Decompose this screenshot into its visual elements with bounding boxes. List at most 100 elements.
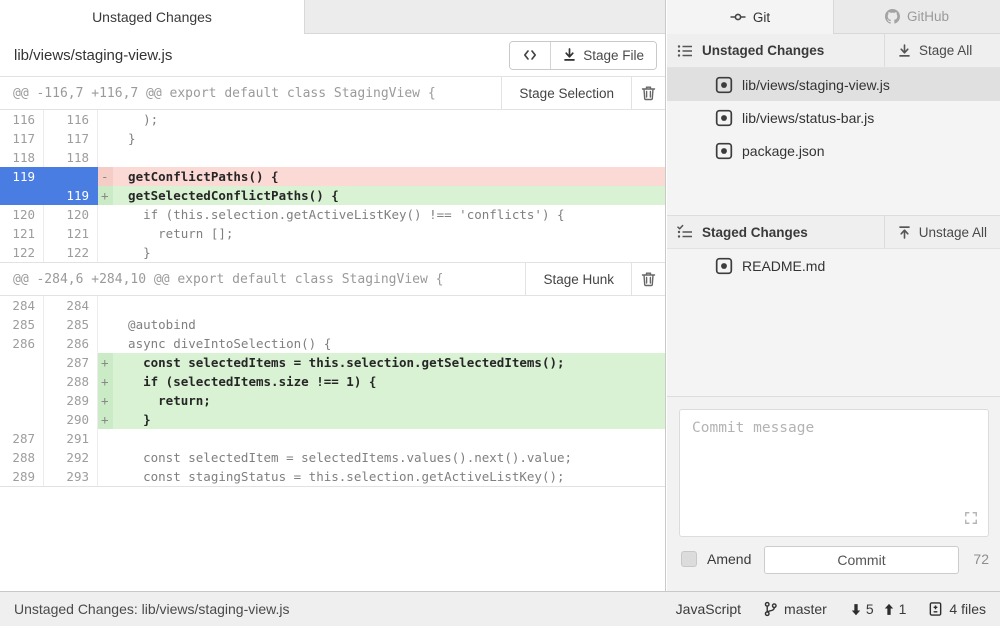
new-line-number: 288 (44, 372, 98, 391)
stage-all-button[interactable]: Stage All (884, 34, 1000, 67)
diff-sign: + (98, 372, 113, 391)
code-line: async diveIntoSelection() { (113, 334, 665, 353)
diff-row[interactable]: 121 121 return []; (0, 224, 665, 243)
code-line: getConflictPaths() { (113, 167, 665, 186)
unstage-all-label: Unstage All (919, 225, 987, 240)
code-line: @autobind (113, 315, 665, 334)
diff-row[interactable]: 119 - getConflictPaths() { (0, 167, 665, 186)
file-name: lib/views/status-bar.js (742, 110, 874, 126)
new-line-number: 286 (44, 334, 98, 353)
expand-editor-icon[interactable] (964, 511, 978, 525)
stage-hunk-button[interactable]: Stage Selection (501, 77, 631, 109)
diff-row[interactable]: 289 293 const stagingStatus = this.selec… (0, 467, 665, 486)
old-line-number (0, 186, 44, 205)
stage-hunk-button[interactable]: Stage Hunk (525, 263, 631, 295)
old-line-number: 286 (0, 334, 44, 353)
list-empty-space (667, 167, 1000, 215)
diff-sign (98, 467, 113, 486)
diff-row[interactable]: 286 286 async diveIntoSelection() { (0, 334, 665, 353)
diff-row[interactable]: 288 292 const selectedItem = selectedIte… (0, 448, 665, 467)
branch-indicator[interactable]: master (763, 601, 827, 617)
diff-sign (98, 224, 113, 243)
status-bar: Unstaged Changes: lib/views/staging-view… (0, 591, 1000, 626)
file-list-item[interactable]: package.json (667, 134, 1000, 167)
diff-sign: + (98, 353, 113, 372)
code-line: const selectedItems = this.selection.get… (113, 353, 665, 372)
diff-row[interactable]: 122 122 } (0, 243, 665, 262)
file-list-item[interactable]: lib/views/status-bar.js (667, 101, 1000, 134)
tab-unstaged-changes[interactable]: Unstaged Changes (0, 0, 305, 34)
new-line-number: 289 (44, 391, 98, 410)
code-line: } (113, 243, 665, 262)
new-line-number: 116 (44, 110, 98, 129)
code-line: const stagingStatus = this.selection.get… (113, 467, 665, 486)
tab-github[interactable]: GitHub (833, 0, 1000, 34)
code-line (113, 429, 665, 448)
code-line: } (113, 129, 665, 148)
code-line: } (113, 410, 665, 429)
diff-sign: - (98, 167, 113, 186)
file-header: lib/views/staging-view.js Stage File (0, 34, 665, 76)
tab-git[interactable]: Git (667, 0, 833, 34)
discard-hunk-button[interactable] (631, 263, 665, 295)
commit-message-input[interactable] (679, 409, 989, 537)
diff-hunk: @@ -116,7 +116,7 @@ export default class… (0, 76, 665, 262)
pane-tab-bar: Unstaged Changes (0, 0, 665, 34)
diff-row[interactable]: 116 116 ); (0, 110, 665, 129)
stage-arrow-icon (563, 48, 576, 62)
diff-row[interactable]: 119 + getSelectedConflictPaths() { (0, 186, 665, 205)
modified-file-icon (715, 257, 733, 275)
new-line-number (44, 167, 98, 186)
new-line-number: 293 (44, 467, 98, 486)
diff-sign (98, 129, 113, 148)
diff-sign (98, 334, 113, 353)
unstage-all-button[interactable]: Unstage All (884, 216, 1000, 248)
hunk-range-label: @@ -116,7 +116,7 @@ export default class… (0, 77, 501, 109)
commits-ahead-count: 1 (899, 601, 907, 617)
stage-all-icon (898, 44, 911, 58)
old-line-number (0, 410, 44, 429)
diff-sign (98, 448, 113, 467)
amend-label: Amend (707, 551, 751, 567)
discard-hunk-button[interactable] (631, 77, 665, 109)
stage-file-button[interactable]: Stage File (550, 42, 656, 69)
open-file-button[interactable] (510, 42, 550, 69)
diff-row[interactable]: 289 + return; (0, 391, 665, 410)
diff-sign: + (98, 186, 113, 205)
file-list-item[interactable]: README.md (667, 249, 1000, 282)
diff-row[interactable]: 285 285 @autobind (0, 315, 665, 334)
diff-sign (98, 148, 113, 167)
diff-row[interactable]: 288 + if (selectedItems.size !== 1) { (0, 372, 665, 391)
diff-row[interactable]: 287 + const selectedItems = this.selecti… (0, 353, 665, 372)
tab-github-label: GitHub (907, 9, 949, 24)
old-line-number (0, 391, 44, 410)
arrow-up-icon (882, 602, 896, 617)
hunk-rows: 116 116 ); 117 117 } 118 118 119 - getCo… (0, 110, 665, 262)
staged-section-header: Staged Changes Unstage All (667, 215, 1000, 249)
code-line: getSelectedConflictPaths() { (113, 186, 665, 205)
git-panel-tabs: Git GitHub (667, 0, 1000, 34)
language-indicator[interactable]: JavaScript (676, 601, 741, 617)
changed-files-indicator[interactable]: 4 files (928, 601, 986, 617)
amend-checkbox[interactable] (681, 551, 697, 567)
file-list-item[interactable]: lib/views/staging-view.js (667, 68, 1000, 101)
commit-button[interactable]: Commit (764, 546, 959, 574)
new-line-number: 291 (44, 429, 98, 448)
commit-controls: Amend Commit 72 (667, 544, 1000, 574)
sync-indicator[interactable]: 5 1 (849, 601, 907, 617)
old-line-number: 285 (0, 315, 44, 334)
diff-row[interactable]: 284 284 (0, 296, 665, 315)
diff-sign (98, 243, 113, 262)
new-line-number: 284 (44, 296, 98, 315)
arrow-down-icon (849, 602, 863, 617)
diff-row[interactable]: 120 120 if (this.selection.getActiveList… (0, 205, 665, 224)
new-line-number: 118 (44, 148, 98, 167)
diff-row[interactable]: 287 291 (0, 429, 665, 448)
hunk-header: @@ -284,6 +284,10 @@ export default clas… (0, 262, 665, 296)
diff-row[interactable]: 117 117 } (0, 129, 665, 148)
diff-row[interactable]: 118 118 (0, 148, 665, 167)
diff-row[interactable]: 290 + } (0, 410, 665, 429)
diff-sign (98, 205, 113, 224)
github-octocat-icon (885, 9, 900, 24)
tab-title: Unstaged Changes (92, 9, 212, 25)
